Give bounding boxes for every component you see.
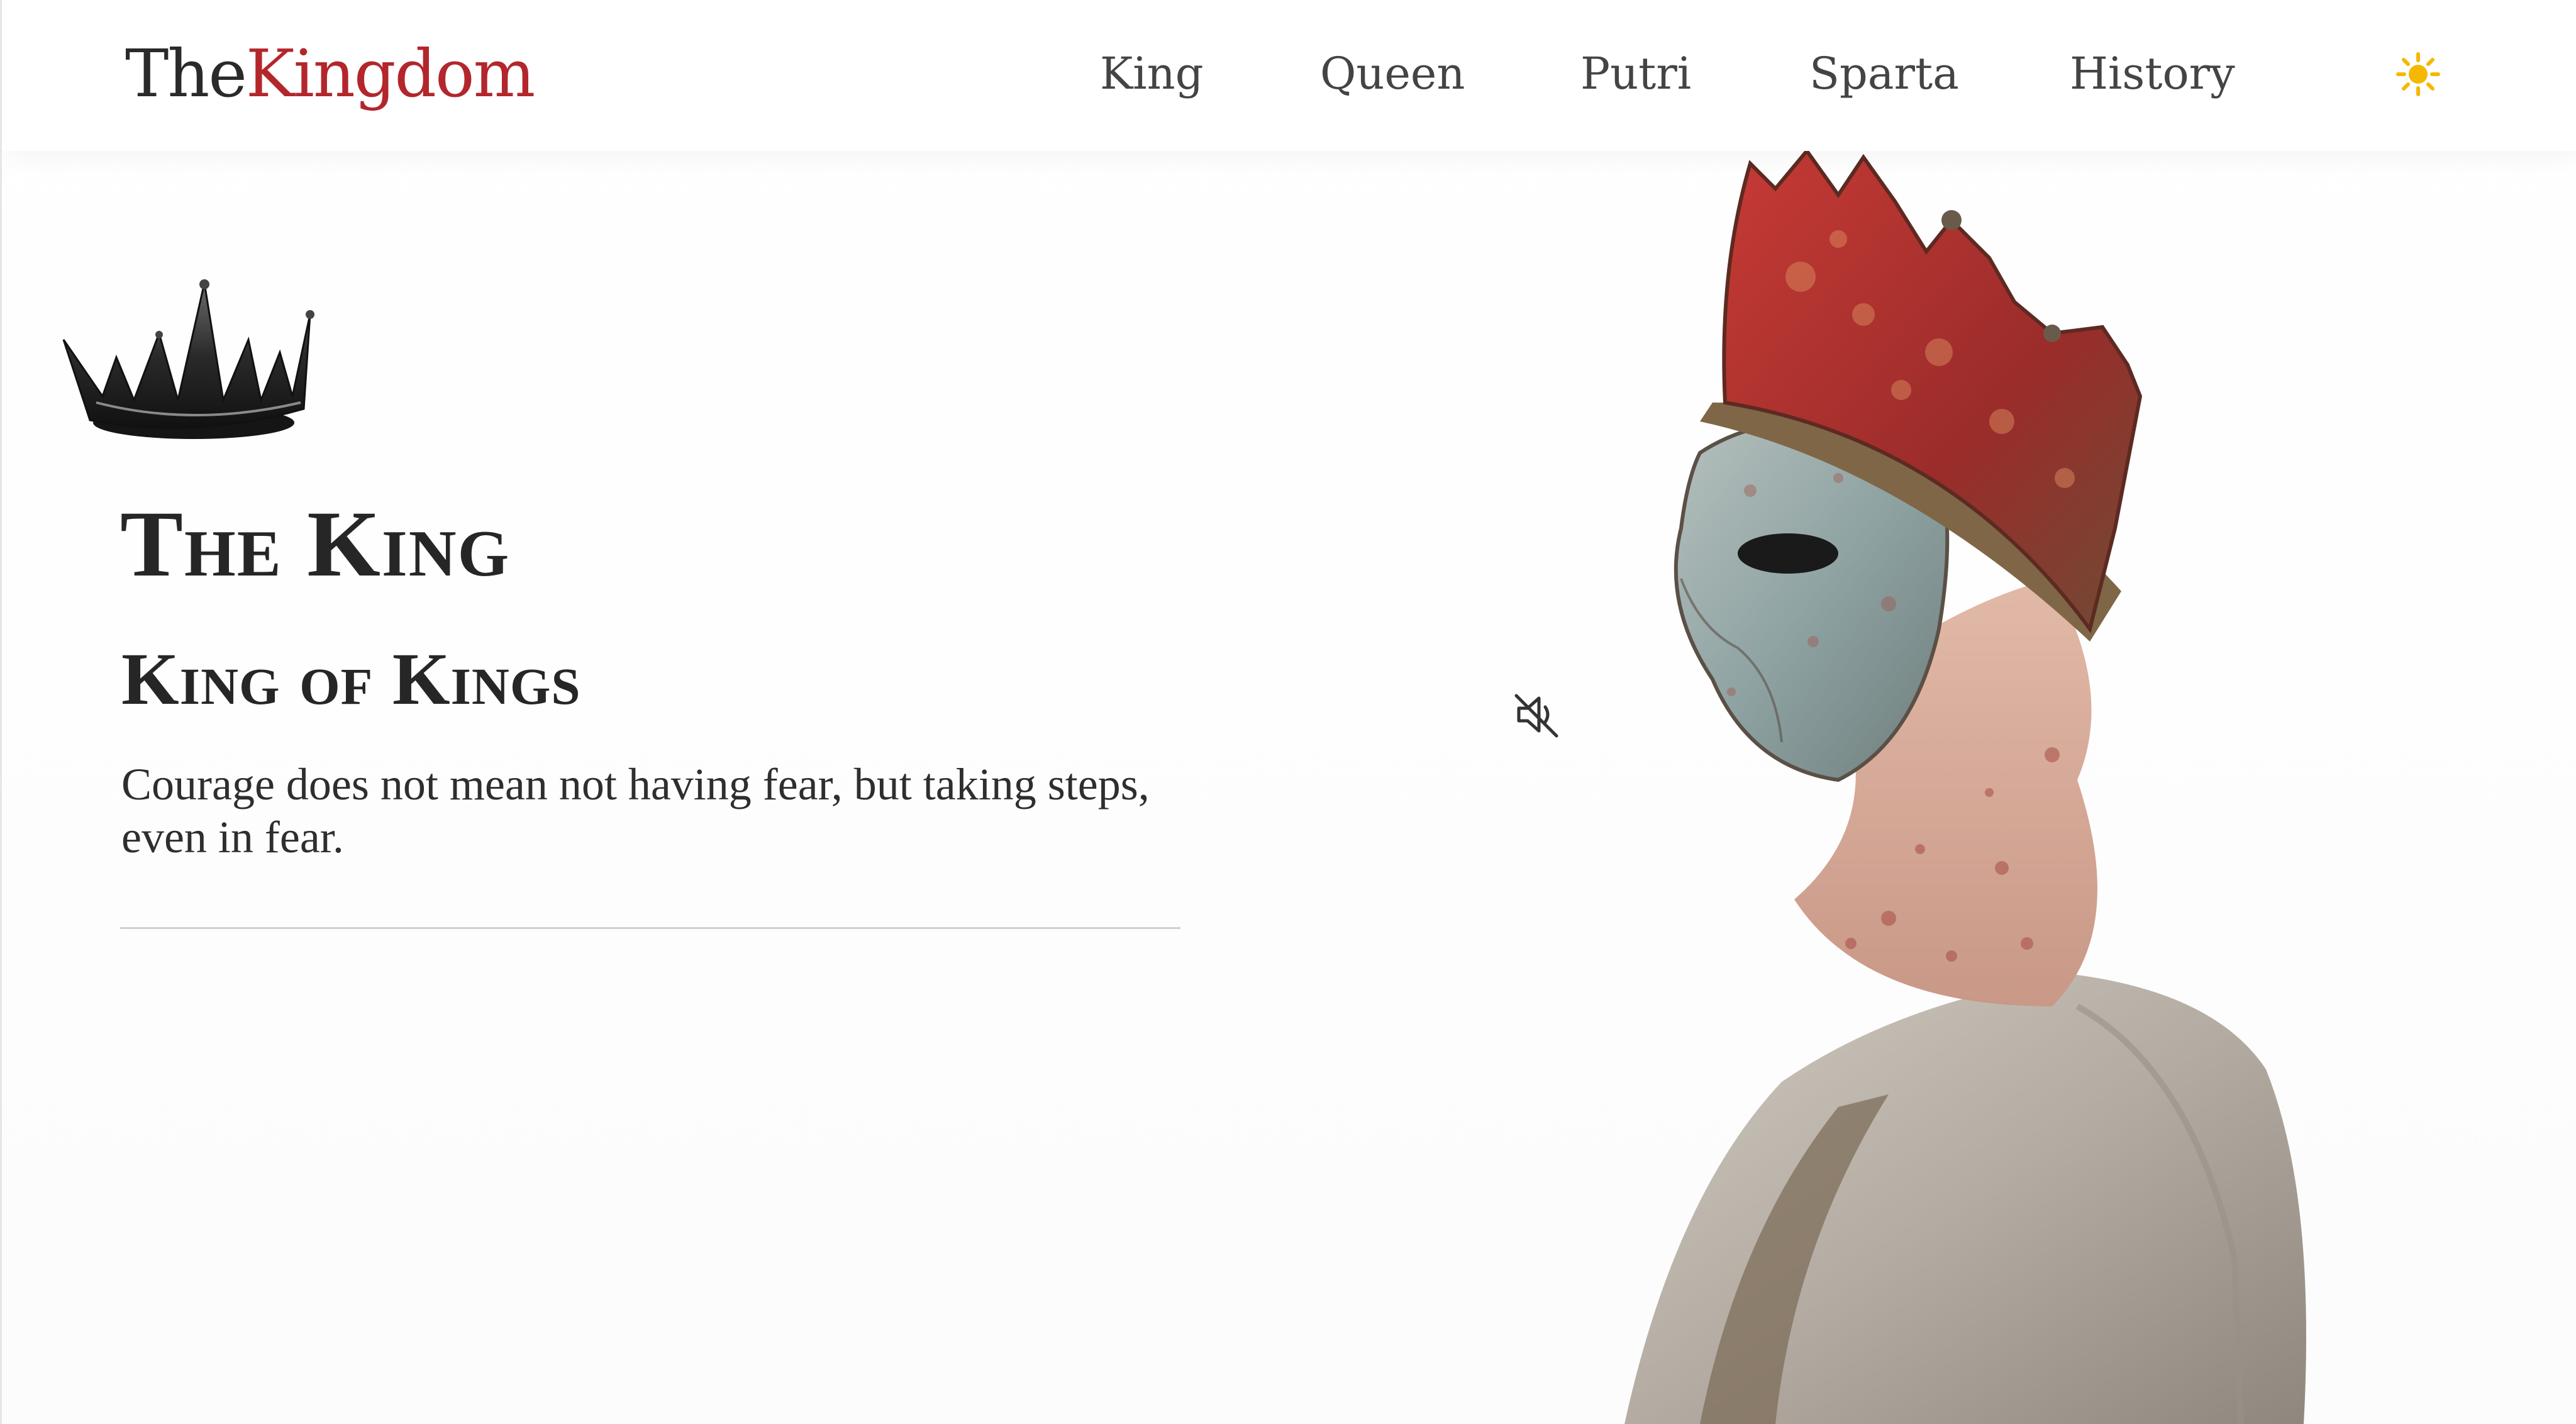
- hero-image: [1624, 148, 2306, 1424]
- site-logo[interactable]: TheKingdom: [125, 33, 535, 114]
- hero-quote: Courage does not mean not having fear, b…: [121, 759, 1150, 862]
- nav-link-queen[interactable]: Queen: [1320, 39, 1465, 108]
- site-header: TheKingdom King Queen Putri Sparta Histo…: [2, 0, 2576, 151]
- crown-icon: [62, 279, 314, 439]
- logo-the: The: [125, 35, 247, 112]
- nav-link-king[interactable]: King: [1100, 39, 1204, 108]
- logo-kingdom: Kingdom: [245, 35, 535, 112]
- sun-icon: [2396, 52, 2440, 96]
- nav-link-history[interactable]: History: [2070, 39, 2235, 108]
- nav-link-putri[interactable]: Putri: [1580, 39, 1691, 108]
- divider: [120, 927, 1180, 929]
- theme-toggle-button[interactable]: [2396, 52, 2441, 97]
- nav-link-sparta[interactable]: Sparta: [1809, 39, 1959, 108]
- page-subtitle: King of Kings: [121, 638, 581, 720]
- page-title: The King: [120, 492, 511, 596]
- page: TheKingdom King Queen Putri Sparta Histo…: [0, 0, 2576, 1424]
